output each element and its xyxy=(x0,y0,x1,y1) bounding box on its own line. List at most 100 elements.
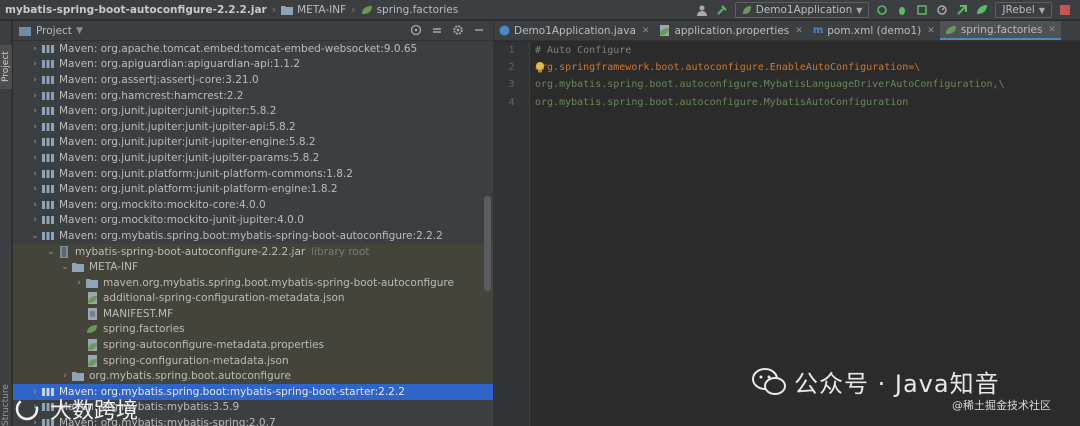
tree-item-manifest[interactable]: MANIFEST.MF xyxy=(13,306,493,322)
folder-icon xyxy=(281,5,294,15)
wechat-icon xyxy=(752,367,786,395)
tab-pom-xml[interactable]: m pom.xml (demo1) ✕ xyxy=(808,21,940,40)
expand-arrow-icon[interactable]: › xyxy=(29,184,41,194)
expand-arrow-icon[interactable]: › xyxy=(29,137,41,147)
json-file-icon xyxy=(85,354,99,367)
tree-item-autoconfigure-jar[interactable]: ⌄ mybatis-spring-boot-autoconfigure-2.2.2… xyxy=(13,243,493,260)
tree-item-junit-jupiter-engine[interactable]: › Maven: org.junit.jupiter:junit-jupiter-… xyxy=(13,135,493,151)
tab-application-properties[interactable]: application.properties ✕ xyxy=(654,21,807,40)
code-line-key[interactable]: org.springframework.boot.autoconfigure.E… xyxy=(535,59,1005,76)
tree-item-configuration-metadata-json[interactable]: spring-configuration-metadata.json xyxy=(13,352,493,369)
tree-item-junit-platform-engine[interactable]: › Maven: org.junit.platform:junit-platfor… xyxy=(13,181,493,197)
library-icon xyxy=(41,121,55,133)
library-icon xyxy=(41,43,55,55)
chevron-down-icon[interactable]: ▼ xyxy=(76,26,83,36)
tree-item-autoconfigure-package[interactable]: › org.mybatis.spring.boot.autoconfigure xyxy=(13,368,493,385)
tree-item-hamcrest[interactable]: › Maven: org.hamcrest:hamcrest:2.2 xyxy=(13,88,493,104)
expand-arrow-icon[interactable]: › xyxy=(59,371,71,381)
build-hammer-icon[interactable] xyxy=(715,3,729,17)
tree-item-tomcat-websocket[interactable]: › Maven: org.apache.tomcat.embed:tomcat-e… xyxy=(13,41,493,57)
tree-item-mockito-junit-jupiter[interactable]: › Maven: org.mockito:mockito-junit-jupite… xyxy=(13,213,493,229)
tree-item-autoconfigure-metadata-properties[interactable]: spring-autoconfigure-metadata.properties xyxy=(13,337,493,353)
run-configuration-select[interactable]: Demo1Application ▼ xyxy=(734,2,870,18)
watermark-left: 大数跨境 xyxy=(14,393,138,425)
tree-item-mockito-core[interactable]: › Maven: org.mockito:mockito-core:4.0.0 xyxy=(13,197,493,213)
rerun-icon[interactable] xyxy=(875,3,889,17)
collapse-arrow-icon[interactable]: ⌄ xyxy=(59,262,71,272)
tree-item-spring-factories[interactable]: spring.factories xyxy=(13,321,493,338)
tree-item-assertj[interactable]: › Maven: org.assertj:assertj-core:3.21.0 xyxy=(13,72,493,88)
tree-item-apiguardian[interactable]: › Maven: org.apiguardian:apiguardian-api:… xyxy=(13,57,493,73)
breadcrumb-file[interactable]: spring.factories xyxy=(356,4,464,16)
folder-icon xyxy=(71,261,85,273)
breadcrumb-jar[interactable]: mybatis-spring-boot-autoconfigure-2.2.2.… xyxy=(0,4,272,16)
expand-arrow-icon[interactable]: › xyxy=(29,75,41,85)
line-number-gutter: 1 2 3 4 xyxy=(494,42,530,426)
user-icon[interactable] xyxy=(695,3,709,17)
tree-item-junit-jupiter-params[interactable]: › Maven: org.junit.jupiter:junit-jupiter-… xyxy=(13,150,493,166)
code-line-comment[interactable]: # Auto Configure xyxy=(535,42,1005,59)
tab-spring-factories[interactable]: spring.factories ✕ xyxy=(939,21,1061,40)
expand-arrow-icon[interactable]: › xyxy=(29,153,41,163)
tree-item-junit-platform-commons[interactable]: › Maven: org.junit.platform:junit-platfor… xyxy=(13,166,493,182)
gear-icon[interactable] xyxy=(452,24,464,39)
collapse-arrow-icon[interactable]: ⌄ xyxy=(45,247,57,257)
expand-arrow-icon[interactable]: › xyxy=(29,106,41,116)
watermark-sub-text: @稀土掘金技术社区 xyxy=(952,399,1051,412)
tree-item-maven-folder[interactable]: › maven.org.mybatis.spring.boot.mybatis-s… xyxy=(13,274,493,291)
watermark-main-text: 公众号 · Java知音 xyxy=(794,370,1000,398)
tree-item-junit-jupiter-api[interactable]: › Maven: org.junit.jupiter:junit-jupiter-… xyxy=(13,119,493,135)
lightbulb-icon[interactable] xyxy=(535,61,545,73)
project-scrollbar[interactable] xyxy=(484,196,491,291)
expand-arrow-icon[interactable]: › xyxy=(29,169,41,179)
tab-demo1application[interactable]: Demo1Application.java ✕ xyxy=(494,21,654,40)
close-icon[interactable]: ✕ xyxy=(1048,25,1056,35)
expand-arrow-icon[interactable]: › xyxy=(29,44,41,54)
collapse-arrow-icon[interactable]: ⌄ xyxy=(29,231,41,241)
code-line-value[interactable]: org.mybatis.spring.boot.autoconfigure.My… xyxy=(535,76,1005,93)
jrebel-debug-icon[interactable] xyxy=(975,3,989,17)
code-line-value[interactable]: org.mybatis.spring.boot.autoconfigure.My… xyxy=(535,94,1005,111)
profiler-icon[interactable] xyxy=(935,3,949,17)
jrebel-select[interactable]: JRebel ▼ xyxy=(995,2,1052,18)
jrebel-run-icon[interactable] xyxy=(955,3,969,17)
tree-item-meta-inf[interactable]: ⌄ META-INF xyxy=(13,259,493,275)
debug-bug-icon[interactable] xyxy=(895,3,909,17)
project-panel-header: Project ▼ xyxy=(13,21,493,41)
close-icon[interactable]: ✕ xyxy=(642,26,650,36)
library-icon xyxy=(41,74,55,86)
close-icon[interactable]: ✕ xyxy=(927,26,935,36)
collapse-all-icon[interactable] xyxy=(431,24,443,39)
library-icon xyxy=(41,230,55,242)
breadcrumb-meta-inf[interactable]: META-INF xyxy=(276,4,351,16)
expand-arrow-icon[interactable]: › xyxy=(29,122,41,132)
code-content[interactable]: # Auto Configure org.springframework.boo… xyxy=(535,42,1005,111)
project-stripe-button[interactable]: Project xyxy=(0,45,12,89)
line-number: 1 xyxy=(508,45,515,56)
stop-icon[interactable] xyxy=(1058,3,1072,17)
expand-arrow-icon[interactable]: › xyxy=(73,278,85,288)
close-icon[interactable]: ✕ xyxy=(795,26,803,36)
project-view-title[interactable]: Project xyxy=(36,25,72,37)
expand-arrow-icon[interactable]: › xyxy=(29,200,41,210)
structure-stripe-button[interactable]: Structure xyxy=(0,384,12,426)
project-tree: › Maven: org.apache.tomcat.embed:tomcat-e… xyxy=(13,41,493,426)
expand-arrow-icon[interactable]: › xyxy=(29,215,41,225)
watermark-logo-icon xyxy=(15,397,39,421)
line-number: 2 xyxy=(508,62,515,74)
locate-target-icon[interactable] xyxy=(410,24,422,39)
library-icon xyxy=(41,136,55,148)
expand-arrow-icon[interactable]: › xyxy=(29,59,41,69)
main-toolbar: Demo1Application ▼ JRebel ▼ xyxy=(695,0,1080,20)
project-panel-tools xyxy=(410,24,485,39)
tree-item-junit-jupiter[interactable]: › Maven: org.junit.jupiter:junit-jupiter:… xyxy=(13,103,493,119)
library-icon xyxy=(41,90,55,102)
project-folder-icon xyxy=(19,26,31,36)
hide-minus-icon[interactable] xyxy=(473,24,485,39)
tree-item-additional-metadata-json[interactable]: additional-spring-configuration-metadata… xyxy=(13,290,493,307)
properties-file-icon xyxy=(85,339,99,352)
coverage-icon[interactable] xyxy=(915,3,929,17)
library-icon xyxy=(41,199,55,211)
expand-arrow-icon[interactable]: › xyxy=(29,91,41,101)
tree-item-mybatis-autoconfigure-library[interactable]: ⌄ Maven: org.mybatis.spring.boot:mybatis-… xyxy=(13,228,493,244)
